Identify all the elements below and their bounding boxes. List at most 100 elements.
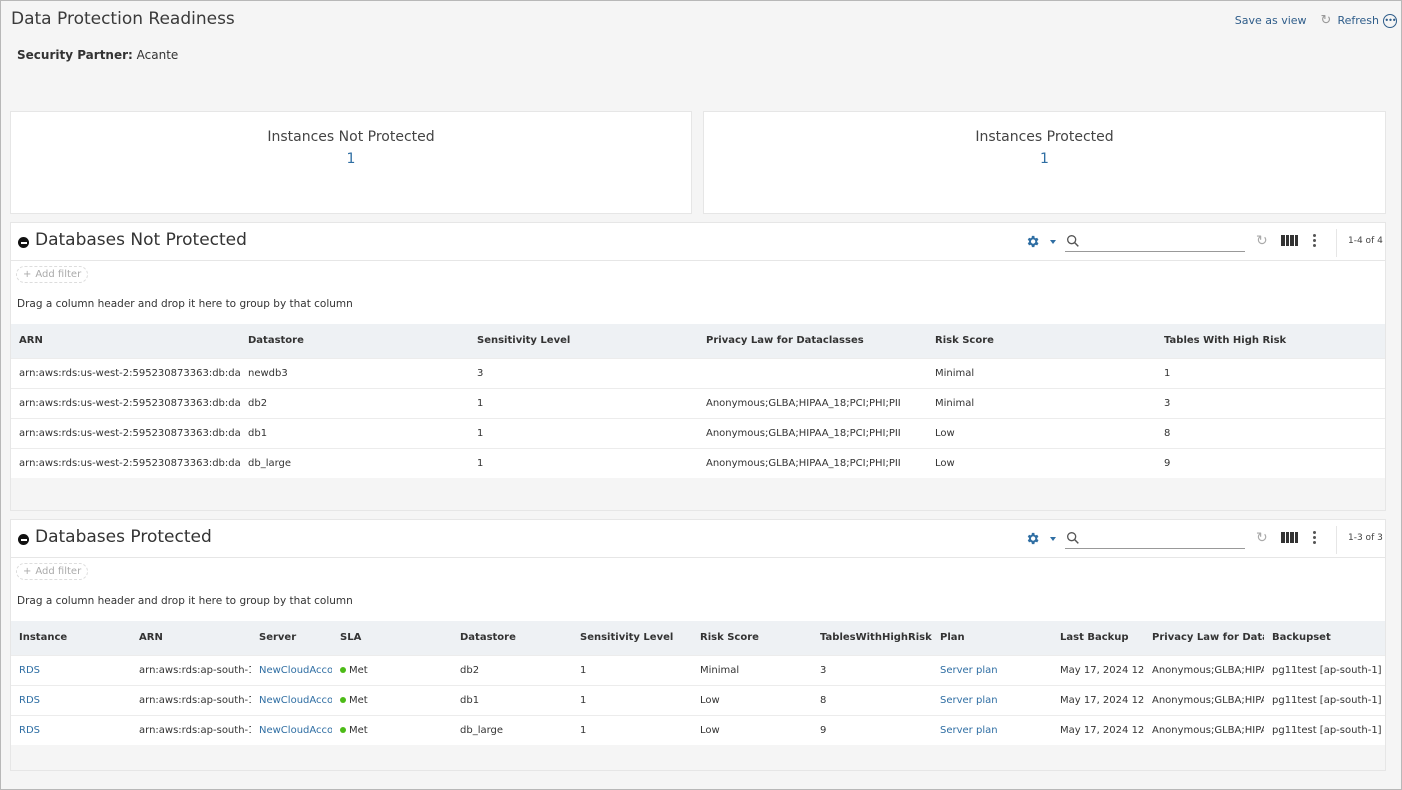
column-header[interactable]: Last Backup — [1052, 621, 1144, 655]
databases-not-protected-panel: Databases Not Protected ↻ 1-4 of 4 + Add… — [10, 222, 1386, 511]
table-row[interactable]: RDSarn:aws:rds:ap-south-1:6NewCloudAccou… — [11, 684, 1385, 715]
column-header[interactable]: Sensitivity Level — [572, 621, 692, 655]
column-header[interactable]: Backupset — [1264, 621, 1385, 655]
cell-instance[interactable]: RDS — [11, 684, 131, 715]
cell-datastore: db1 — [240, 417, 469, 448]
save-as-view-link[interactable]: Save as view — [1235, 14, 1307, 27]
cell-server[interactable]: NewCloudAccou — [251, 684, 332, 715]
toolbar-divider — [1336, 526, 1337, 554]
kpi-value[interactable]: 1 — [11, 151, 691, 167]
cell-server[interactable]: NewCloudAccou — [251, 714, 332, 745]
cell-datastore: db_large — [240, 447, 469, 478]
cell-risk-score: Low — [927, 447, 1156, 478]
reload-icon[interactable]: ↻ — [1256, 530, 1268, 546]
table-row[interactable]: RDSarn:aws:rds:ap-south-1:6NewCloudAccou… — [11, 654, 1385, 685]
column-header[interactable]: Tables With High Risk — [1156, 324, 1385, 358]
column-header[interactable]: Risk Score — [927, 324, 1156, 358]
columns-icon[interactable] — [1281, 532, 1298, 543]
cell-instance[interactable]: RDS — [11, 714, 131, 745]
cell-backupset: pg11test [ap-south-1] — [1264, 654, 1385, 685]
security-partner: Security Partner: Acante — [17, 48, 178, 62]
cell-plan[interactable]: Server plan — [932, 714, 1052, 745]
column-header[interactable]: Risk Score — [692, 621, 812, 655]
column-header[interactable]: ARN — [131, 621, 251, 655]
column-header[interactable]: Datastore — [240, 324, 469, 358]
table-header-row: Instance ARN Server SLA Datastore Sensitivity… — [11, 621, 1385, 655]
column-header[interactable]: Privacy Law for Dataclasses — [698, 324, 927, 358]
refresh-link[interactable]: Refresh — [1337, 14, 1379, 27]
cell-arn: arn:aws:rds:ap-south-1:6 — [131, 684, 251, 715]
table-row[interactable]: arn:aws:rds:us-west-2:595230873363:db:da… — [11, 447, 1385, 478]
cell-datastore: db1 — [452, 684, 572, 715]
gear-icon[interactable] — [1025, 531, 1040, 546]
cell-risk-score: Minimal — [927, 357, 1156, 388]
table-row[interactable]: arn:aws:rds:us-west-2:595230873363:db:da… — [11, 417, 1385, 448]
kpi-label: Instances Not Protected — [267, 129, 435, 145]
page-title: Data Protection Readiness — [11, 9, 235, 29]
kpi-instances-protected: Instances Protected 1 — [703, 111, 1386, 214]
cell-plan[interactable]: Server plan — [932, 654, 1052, 685]
security-partner-value: Acante — [136, 48, 179, 62]
cell-sensitivity: 1 — [572, 684, 692, 715]
cell-privacy-law: Anonymous;GLBA;HIPAA — [1144, 654, 1264, 685]
column-header[interactable]: ARN — [11, 324, 240, 358]
column-header[interactable]: Privacy Law for Datacl — [1144, 621, 1264, 655]
search-input[interactable] — [1065, 231, 1245, 252]
cell-tables-high-risk: 9 — [812, 714, 932, 745]
cell-risk-score: Minimal — [692, 654, 812, 685]
status-dot-icon — [340, 696, 346, 703]
column-header[interactable]: Plan — [932, 621, 1052, 655]
cell-arn: arn:aws:rds:us-west-2:595230873363:db:da… — [11, 417, 240, 448]
databases-not-protected-table: ARN Datastore Sensitivity Level Privacy … — [11, 324, 1385, 478]
cell-plan[interactable]: Server plan — [932, 684, 1052, 715]
more-options-icon[interactable]: ••• — [1383, 13, 1397, 28]
columns-icon[interactable] — [1281, 235, 1298, 246]
cell-privacy-law: Anonymous;GLBA;HIPAA_18;PCI;PHI;PII — [698, 447, 927, 478]
kebab-menu-icon[interactable] — [1313, 531, 1316, 544]
add-filter-button[interactable]: + Add filter — [16, 563, 89, 580]
status-dot-icon — [340, 666, 346, 673]
table-row[interactable]: arn:aws:rds:us-west-2:595230873363:db:da… — [11, 357, 1385, 388]
cell-sensitivity: 1 — [572, 654, 692, 685]
gear-icon[interactable] — [1025, 234, 1040, 249]
cell-risk-score: Minimal — [927, 387, 1156, 418]
cell-last-backup: May 17, 2024 12:00:! — [1052, 684, 1144, 715]
cell-sla: Met — [332, 714, 452, 745]
toolbar-divider — [1336, 229, 1337, 257]
column-header[interactable]: Sensitivity Level — [469, 324, 698, 358]
add-filter-label: Add filter — [35, 566, 82, 577]
column-header[interactable]: TablesWithHighRisk — [812, 621, 932, 655]
table-row[interactable]: arn:aws:rds:us-west-2:595230873363:db:da… — [11, 387, 1385, 418]
cell-instance[interactable]: RDS — [11, 654, 131, 685]
add-filter-button[interactable]: + Add filter — [16, 266, 89, 283]
panel-header: Databases Not Protected ↻ 1-4 of 4 — [11, 223, 1385, 261]
reload-icon[interactable]: ↻ — [1256, 233, 1268, 249]
security-partner-label: Security Partner: — [17, 48, 133, 62]
cell-datastore: db2 — [240, 387, 469, 418]
cell-tables-high-risk: 8 — [812, 684, 932, 715]
chevron-down-icon[interactable] — [1050, 537, 1056, 541]
column-header[interactable]: Server — [251, 621, 332, 655]
grid-toolbar: ↻ 1-3 of 3 — [11, 520, 1385, 558]
plus-icon: + — [23, 566, 32, 577]
cell-datastore: newdb3 — [240, 357, 469, 388]
column-header[interactable]: Instance — [11, 621, 131, 655]
cell-tables-high-risk: 3 — [1156, 387, 1385, 418]
table-row[interactable]: RDSarn:aws:rds:ap-south-1:6NewCloudAccou… — [11, 714, 1385, 745]
search-input[interactable] — [1065, 528, 1245, 549]
cell-sensitivity: 3 — [469, 357, 698, 388]
kebab-menu-icon[interactable] — [1313, 234, 1316, 247]
databases-protected-table: Instance ARN Server SLA Datastore Sensitivity… — [11, 621, 1385, 745]
column-header[interactable]: SLA — [332, 621, 452, 655]
cell-server[interactable]: NewCloudAccou — [251, 654, 332, 685]
column-header[interactable]: Datastore — [452, 621, 572, 655]
chevron-down-icon[interactable] — [1050, 240, 1056, 244]
refresh-icon[interactable]: ↻ — [1321, 13, 1332, 28]
cell-sensitivity: 1 — [469, 447, 698, 478]
cell-tables-high-risk: 3 — [812, 654, 932, 685]
cell-datastore: db_large — [452, 714, 572, 745]
sla-status: Met — [349, 724, 368, 736]
kpi-value[interactable]: 1 — [704, 151, 1385, 167]
cell-arn: arn:aws:rds:us-west-2:595230873363:db:da… — [11, 387, 240, 418]
cell-sensitivity: 1 — [469, 387, 698, 418]
